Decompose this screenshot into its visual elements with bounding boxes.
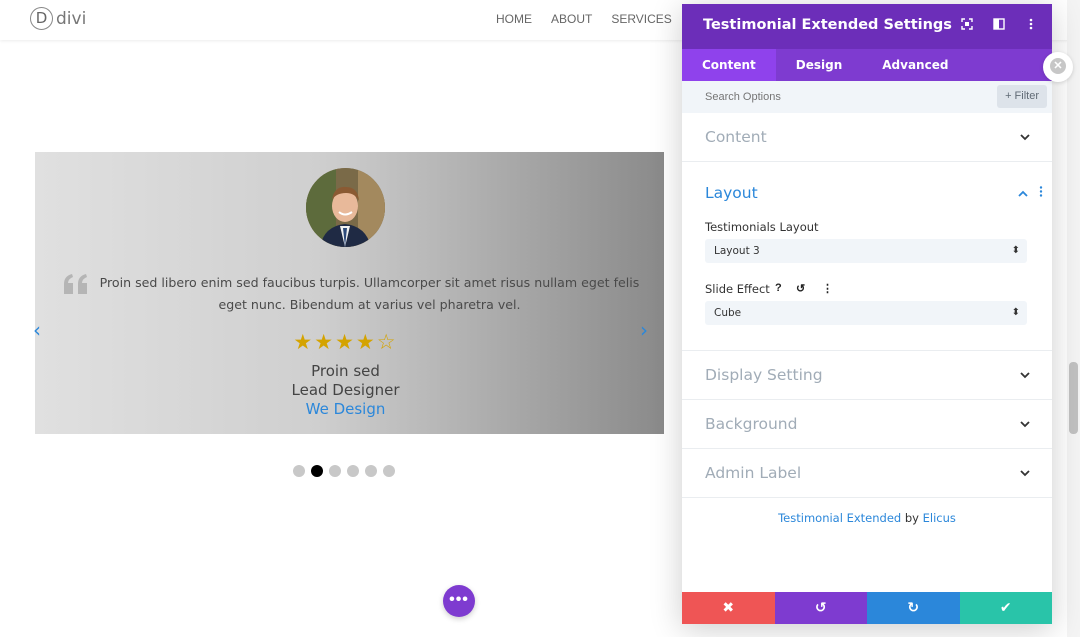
search-row: + Filter — [682, 81, 1052, 113]
dock-sidebar-icon[interactable] — [992, 18, 1006, 33]
panel-more-icon[interactable] — [1024, 18, 1038, 33]
testimonial-slider: Proin sed libero enim sed faucibus turpi… — [33, 152, 664, 434]
main-nav: HOME ABOUT SERVICES P — [496, 12, 699, 26]
quote-icon — [64, 274, 87, 294]
chevron-down-icon[interactable] — [1020, 130, 1030, 144]
search-options-input[interactable] — [682, 81, 982, 113]
tab-design[interactable]: Design — [776, 49, 863, 81]
testimonials-layout-select[interactable]: Layout 3 ⬍ — [705, 239, 1027, 263]
section-content[interactable]: Content — [682, 113, 1052, 162]
author-company-link[interactable]: We Design — [35, 400, 656, 418]
panel-title: Testimonial Extended Settings — [703, 17, 952, 33]
logo-text: divi — [56, 8, 87, 29]
vendor-link[interactable]: Elicus — [923, 511, 956, 525]
save-button[interactable]: ✔ — [959, 592, 1052, 624]
panel-action-bar: ✖ ↺ ↻ ✔ — [682, 592, 1052, 624]
section-admin-label[interactable]: Admin Label — [682, 449, 1052, 498]
section-title: Background — [705, 415, 798, 433]
tab-content[interactable]: Content — [682, 49, 776, 81]
close-panel-button[interactable]: ✕ — [1043, 52, 1073, 82]
section-more-icon[interactable] — [1039, 186, 1043, 200]
plugin-credit: Testimonial Extended by Elicus — [682, 511, 1052, 525]
builder-menu-button[interactable]: ••• — [443, 585, 475, 617]
chevron-down-icon[interactable] — [1020, 466, 1030, 480]
site-logo[interactable]: D divi — [30, 7, 86, 30]
nav-home[interactable]: HOME — [496, 12, 532, 26]
product-link[interactable]: Testimonial Extended — [778, 511, 901, 525]
slider-dot[interactable] — [383, 465, 395, 477]
rating-stars: ★★★★☆ — [293, 330, 398, 354]
undo-button[interactable]: ↺ — [774, 592, 867, 624]
chevron-down-icon[interactable] — [1020, 417, 1030, 431]
slider-dot[interactable] — [347, 465, 359, 477]
section-display-setting[interactable]: Display Setting — [682, 351, 1052, 400]
author-role: Lead Designer — [291, 381, 400, 399]
section-title: Content — [705, 128, 767, 146]
credit-by: by — [904, 511, 919, 525]
select-caret-icon: ⬍ — [1011, 245, 1020, 256]
page-scrollbar-thumb[interactable] — [1069, 362, 1078, 434]
panel-header-icons — [960, 18, 1038, 33]
avatar — [306, 168, 385, 247]
field-more-icon[interactable]: ⋮ — [822, 282, 833, 295]
select-value: Layout 3 — [714, 245, 760, 257]
slider-dot[interactable] — [329, 465, 341, 477]
nav-services[interactable]: SERVICES — [611, 12, 671, 26]
slide-effect-label: Slide Effect — [705, 282, 770, 296]
author-name: Proin sed — [311, 362, 380, 380]
select-caret-icon: ⬍ — [1011, 307, 1020, 318]
tab-advanced[interactable]: Advanced — [862, 49, 968, 81]
section-title[interactable]: Layout — [705, 184, 758, 202]
discard-button[interactable]: ✖ — [682, 592, 775, 624]
panel-header: Testimonial Extended Settings — [682, 4, 1052, 49]
settings-panel: Testimonial Extended Settings Content De… — [682, 4, 1052, 624]
testimonials-layout-label: Testimonials Layout — [705, 220, 819, 234]
slider-pagination — [293, 465, 395, 477]
logo-mark: D — [30, 7, 53, 30]
nav-about[interactable]: ABOUT — [551, 12, 592, 26]
slider-next-arrow-icon[interactable]: › — [640, 318, 648, 342]
slider-dot[interactable] — [293, 465, 305, 477]
slider-prev-arrow-icon[interactable]: ‹ — [33, 318, 41, 342]
avatar-portrait-icon — [306, 168, 385, 247]
slider-dot[interactable] — [365, 465, 377, 477]
page-scrollbar[interactable] — [1067, 0, 1080, 637]
chevron-down-icon[interactable] — [1020, 368, 1030, 382]
fullscreen-icon[interactable] — [960, 18, 974, 33]
filter-button[interactable]: + Filter — [997, 85, 1047, 108]
panel-tabs: Content Design Advanced — [682, 49, 1052, 81]
section-title: Admin Label — [705, 464, 802, 482]
section-title: Display Setting — [705, 366, 823, 384]
redo-button[interactable]: ↻ — [867, 592, 960, 624]
section-background[interactable]: Background — [682, 400, 1052, 449]
section-layout: Layout Testimonials Layout Layout 3 ⬍ Sl… — [682, 162, 1052, 351]
help-icon[interactable]: ? — [775, 282, 782, 294]
close-icon: ✕ — [1050, 58, 1066, 74]
slide-effect-select[interactable]: Cube ⬍ — [705, 301, 1027, 325]
page: D divi HOME ABOUT SERVICES Proin sed lib… — [0, 0, 1080, 637]
slider-dot-active[interactable] — [311, 465, 323, 477]
reset-icon[interactable]: ↺ — [796, 282, 805, 295]
chevron-up-icon[interactable] — [1018, 186, 1028, 200]
select-value: Cube — [714, 307, 742, 319]
testimonial-quote: Proin sed libero enim sed faucibus turpi… — [99, 275, 640, 312]
